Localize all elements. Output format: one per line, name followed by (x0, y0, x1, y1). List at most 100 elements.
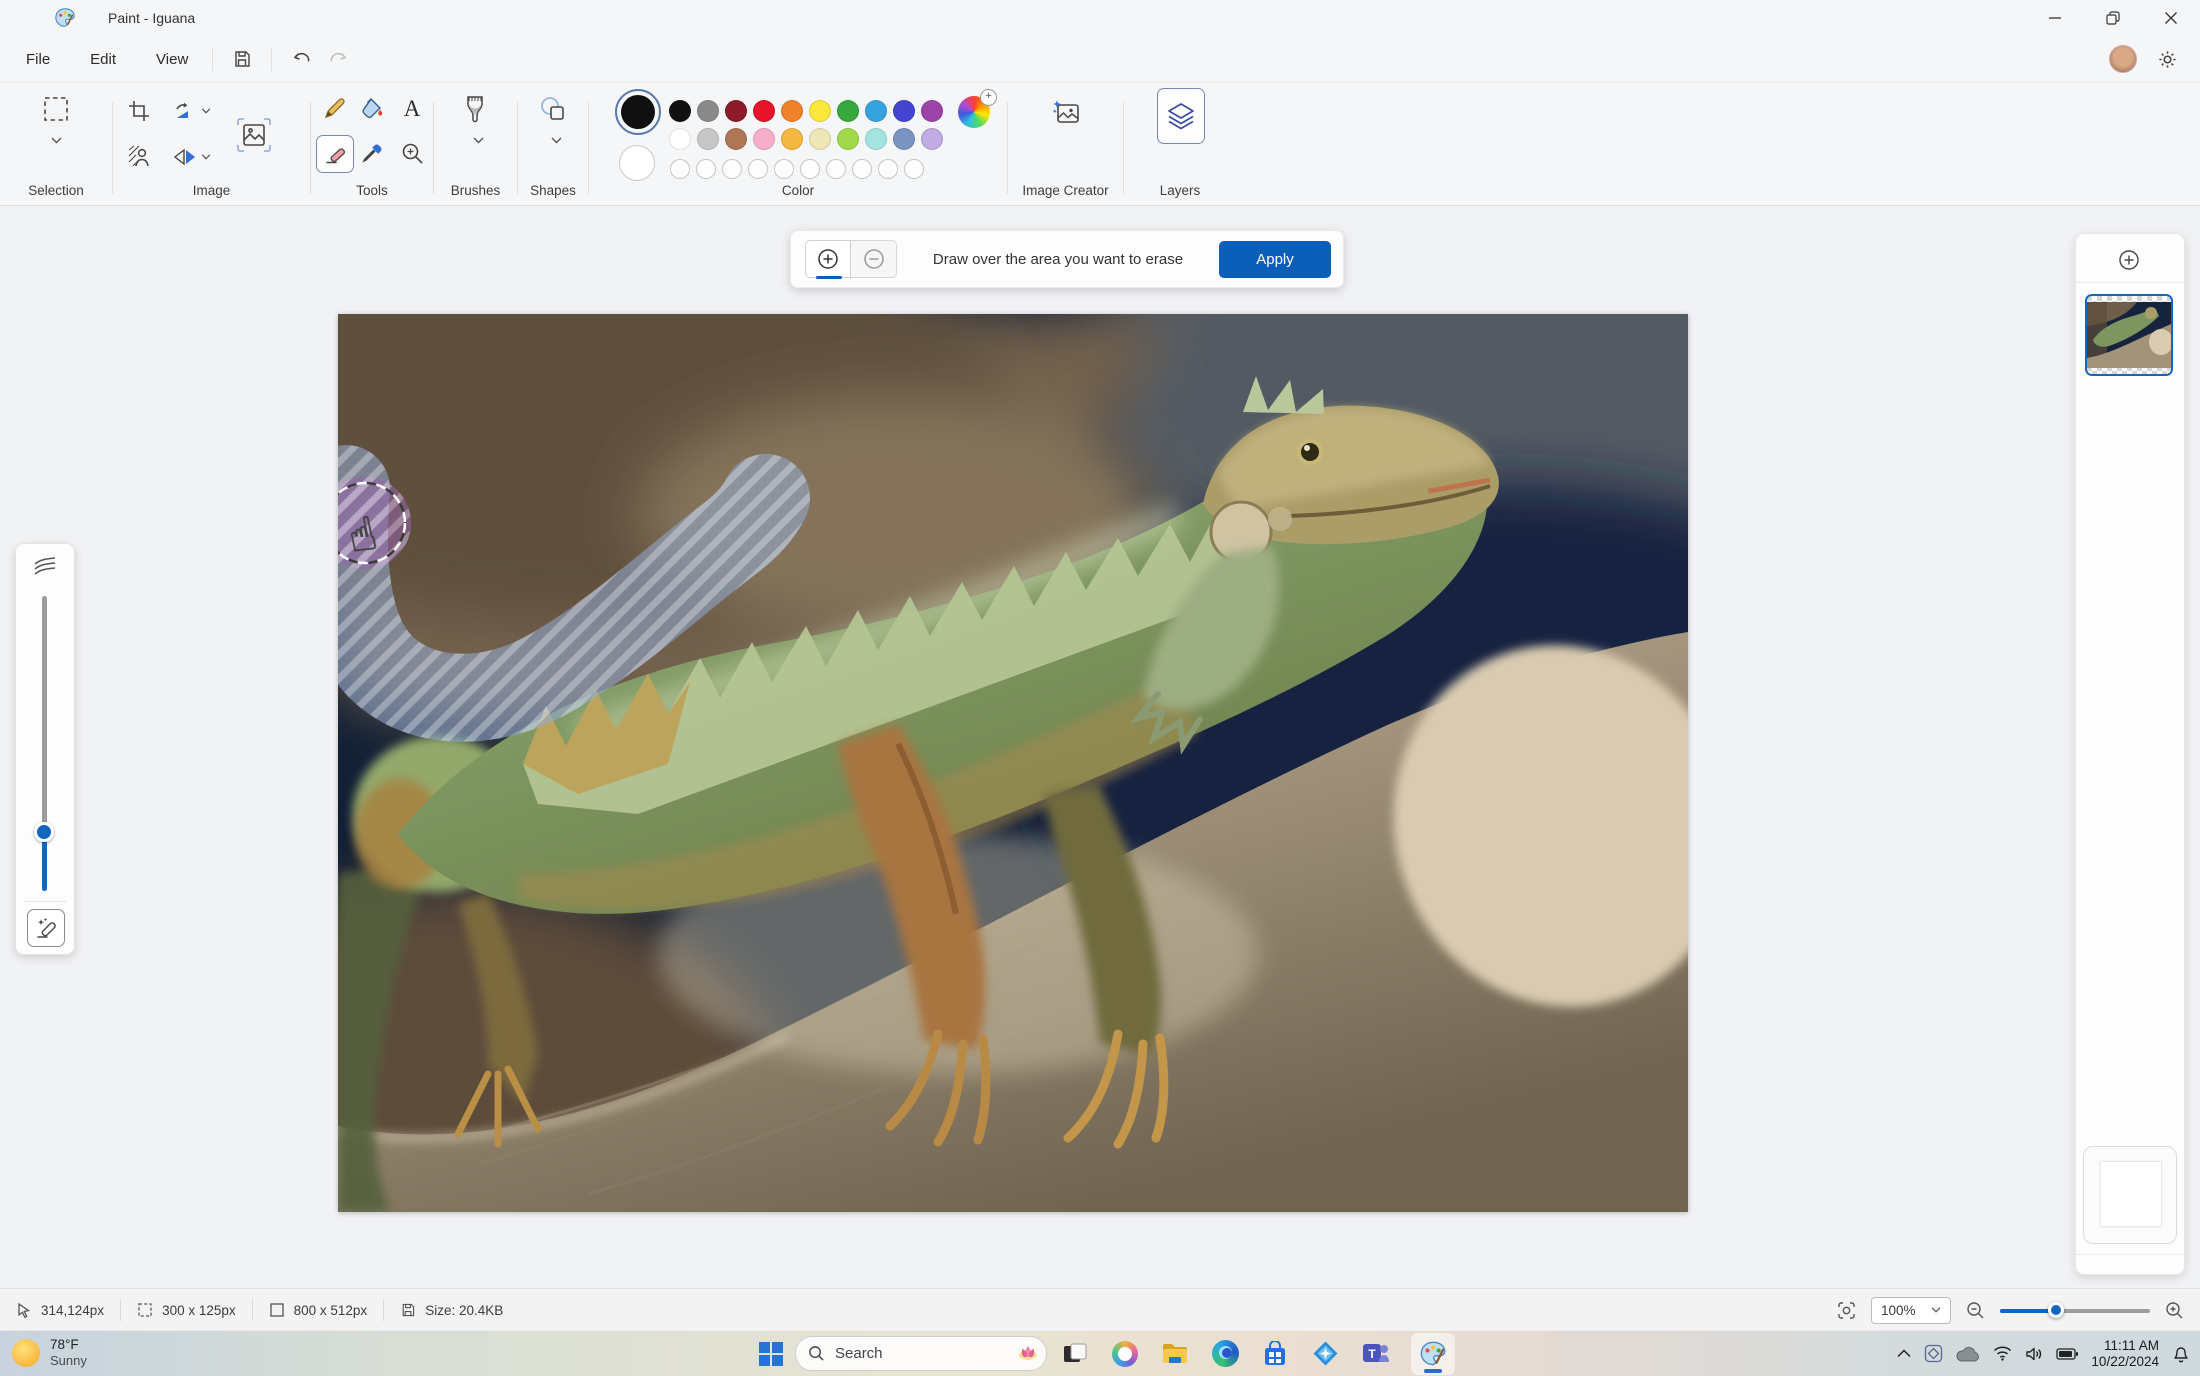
palette-swatch[interactable] (753, 128, 775, 150)
teams-icon[interactable]: T (1361, 1340, 1389, 1368)
color-picker-tool-button[interactable] (355, 135, 391, 171)
resize-image-button[interactable] (230, 111, 278, 159)
selection-dropdown-chevron[interactable] (38, 129, 74, 151)
palette-swatch[interactable] (781, 100, 803, 122)
onedrive-cloud-icon[interactable] (1956, 1345, 1980, 1362)
size-slider-thumb[interactable] (34, 822, 54, 842)
layer-1-thumbnail[interactable] (2085, 294, 2173, 376)
file-explorer-icon[interactable] (1161, 1340, 1189, 1368)
crop-button[interactable] (121, 93, 157, 129)
microsoft-store-icon[interactable] (1261, 1340, 1289, 1368)
palette-swatch[interactable] (725, 128, 747, 150)
brushes-button[interactable] (457, 91, 493, 127)
menu-edit[interactable]: Edit (76, 45, 130, 74)
copilot-icon[interactable] (1111, 1340, 1139, 1368)
palette-empty-slot[interactable] (878, 159, 898, 179)
text-tool-button[interactable]: A (394, 91, 430, 127)
palette-swatch[interactable] (837, 100, 859, 122)
undo-button[interactable] (282, 43, 320, 75)
eraser-tool-button[interactable] (316, 135, 354, 173)
image-creator-button[interactable] (1047, 93, 1087, 133)
account-avatar[interactable] (2109, 45, 2137, 73)
palette-swatch[interactable] (809, 128, 831, 150)
weather-widget[interactable]: 78°F Sunny (12, 1336, 87, 1369)
paint-taskbar-button[interactable] (1411, 1332, 1455, 1375)
palette-swatch[interactable] (893, 100, 915, 122)
zoom-in-button[interactable] (2165, 1301, 2184, 1320)
palette-swatch[interactable] (865, 128, 887, 150)
notification-bell-icon[interactable] (2172, 1344, 2190, 1363)
palette-empty-slot[interactable] (748, 159, 768, 179)
menu-view[interactable]: View (142, 45, 202, 74)
edge-browser-icon[interactable] (1211, 1340, 1239, 1368)
start-button[interactable] (757, 1340, 785, 1368)
shapes-dropdown-chevron[interactable] (538, 129, 574, 151)
tray-3d-app-icon[interactable] (1924, 1344, 1943, 1363)
palette-empty-slot[interactable] (670, 159, 690, 179)
selection-tool-button[interactable] (38, 91, 74, 127)
palette-empty-slot[interactable] (722, 159, 742, 179)
volume-icon[interactable] (2025, 1346, 2043, 1362)
zoom-level-dropdown[interactable]: 100% (1871, 1296, 1951, 1324)
palette-swatch[interactable] (669, 100, 691, 122)
fill-tool-button[interactable] (355, 91, 391, 127)
brushes-dropdown-chevron[interactable] (460, 129, 496, 151)
palette-empty-slot[interactable] (696, 159, 716, 179)
palette-swatch[interactable] (921, 100, 943, 122)
taskbar-search-box[interactable]: Search (795, 1336, 1047, 1371)
background-layer-card[interactable] (2083, 1146, 2177, 1244)
menu-file[interactable]: File (12, 45, 64, 74)
remove-background-button[interactable] (121, 139, 157, 175)
secondary-color-swatch[interactable] (619, 145, 655, 181)
palette-swatch[interactable] (697, 100, 719, 122)
palette-swatch[interactable] (809, 100, 831, 122)
palette-swatch[interactable] (893, 128, 915, 150)
magnifier-tool-button[interactable] (394, 135, 430, 171)
shapes-group: Shapes (518, 83, 588, 205)
tray-chevron-up-icon[interactable] (1897, 1349, 1911, 1358)
minimize-button[interactable] (2026, 0, 2084, 36)
erase-subtract-mode-button[interactable] (851, 240, 897, 278)
redo-button[interactable] (320, 43, 358, 75)
palette-empty-slot[interactable] (774, 159, 794, 179)
palette-empty-slot[interactable] (800, 159, 820, 179)
wifi-icon[interactable] (1993, 1346, 2012, 1361)
layers-button[interactable] (1157, 88, 1205, 144)
palette-swatch[interactable] (837, 128, 859, 150)
palette-swatch[interactable] (921, 128, 943, 150)
primary-color-fill (621, 95, 655, 129)
primary-color-swatch[interactable] (615, 89, 661, 135)
settings-gear-icon[interactable] (2157, 49, 2178, 70)
palette-swatch[interactable] (697, 128, 719, 150)
zoom-slider-thumb[interactable] (2048, 1302, 2064, 1318)
shapes-button[interactable] (535, 91, 571, 127)
apply-button[interactable]: Apply (1219, 240, 1331, 278)
ai-eraser-button[interactable] (27, 909, 65, 947)
flip-button[interactable] (163, 139, 221, 175)
battery-icon[interactable] (2056, 1347, 2079, 1360)
palette-swatch[interactable] (753, 100, 775, 122)
add-layer-button[interactable] (2107, 244, 2151, 276)
edit-colors-button[interactable]: + (958, 89, 997, 128)
zoom-slider[interactable] (2000, 1302, 2150, 1318)
restore-button[interactable] (2084, 0, 2142, 36)
palette-empty-slot[interactable] (826, 159, 846, 179)
clock-widget[interactable]: 11:11 AM 10/22/2024 (2091, 1338, 2159, 1370)
palette-swatch[interactable] (725, 100, 747, 122)
size-slider-track[interactable] (42, 596, 47, 891)
palette-swatch[interactable] (781, 128, 803, 150)
save-button[interactable] (223, 43, 261, 75)
fit-to-screen-button[interactable] (1837, 1301, 1856, 1320)
palette-swatch[interactable] (669, 128, 691, 150)
palette-empty-slot[interactable] (904, 159, 924, 179)
drawing-canvas[interactable]: ☝ (338, 314, 1688, 1212)
close-button[interactable] (2142, 0, 2200, 36)
task-view-button[interactable] (1061, 1340, 1089, 1368)
sparkle-app-icon[interactable] (1311, 1340, 1339, 1368)
palette-swatch[interactable] (865, 100, 887, 122)
pencil-tool-button[interactable] (316, 91, 352, 127)
rotate-button[interactable] (163, 93, 221, 129)
zoom-out-button[interactable] (1966, 1301, 1985, 1320)
palette-empty-slot[interactable] (852, 159, 872, 179)
erase-add-mode-button[interactable] (805, 240, 851, 279)
